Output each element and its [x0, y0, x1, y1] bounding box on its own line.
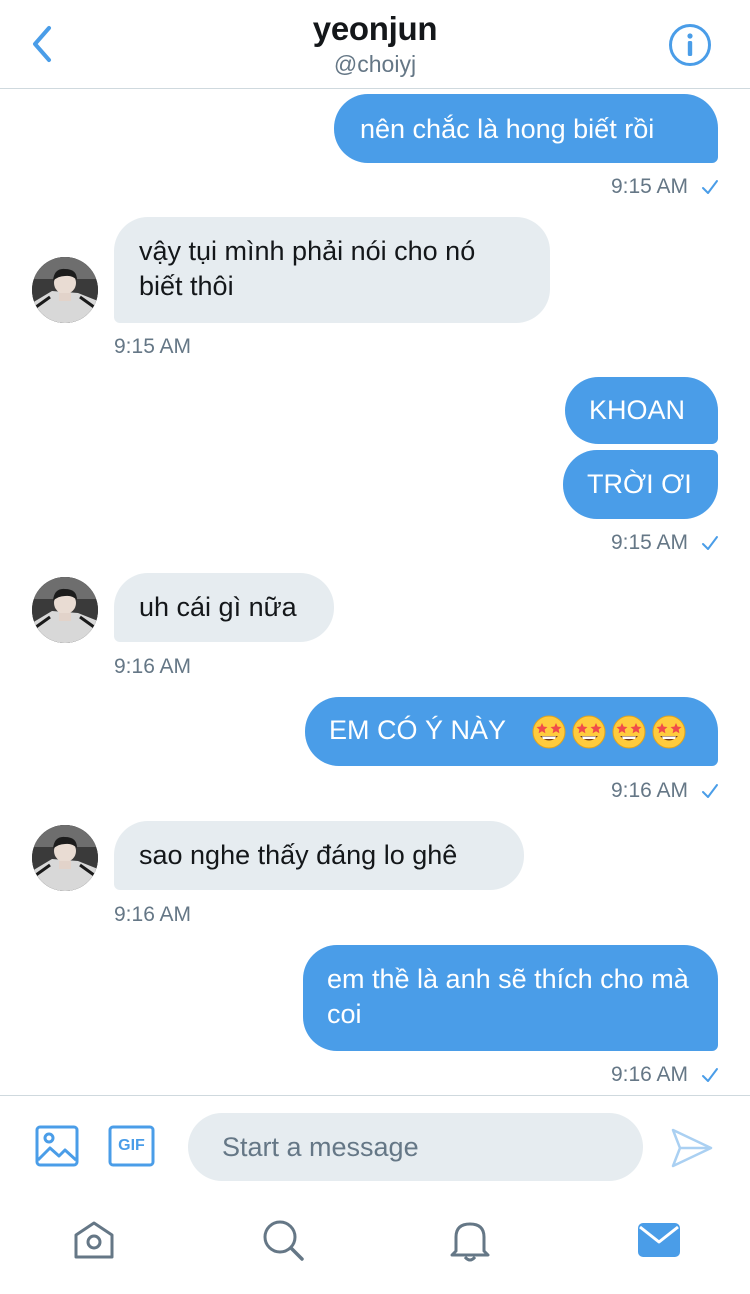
tab-home[interactable] — [71, 1217, 117, 1263]
tab-notifications[interactable] — [447, 1217, 493, 1263]
message-composer: GIF — [0, 1095, 750, 1199]
conversation-handle: @choiyj — [333, 51, 417, 77]
message-text: nên chắc là hong biết rồi — [360, 114, 655, 144]
add-gif-button[interactable]: GIF — [108, 1124, 155, 1168]
profile-photo-icon — [32, 257, 98, 323]
tab-search[interactable] — [259, 1217, 305, 1263]
avatar[interactable] — [32, 257, 98, 323]
bell-icon — [450, 1222, 490, 1262]
star-struck-emoji-icon — [532, 715, 566, 749]
add-photo-button[interactable] — [35, 1124, 79, 1168]
star-struck-emoji-group — [527, 713, 687, 750]
message-text: em thề là anh sẽ thích cho mà coi — [327, 964, 689, 1029]
message-text: KHOAN — [589, 395, 686, 425]
gif-label: GIF — [118, 1137, 145, 1154]
conversation-title: yeonjun — [312, 10, 438, 47]
profile-photo-icon — [32, 577, 98, 643]
send-icon — [671, 1128, 713, 1168]
incoming-message[interactable]: sao nghe thấy đáng lo ghê — [114, 821, 524, 890]
search-icon — [263, 1220, 304, 1261]
message-input[interactable] — [188, 1113, 643, 1181]
star-struck-emoji-icon — [572, 715, 606, 749]
outgoing-message[interactable]: EM CÓ Ý NÀY — [305, 697, 718, 766]
mail-icon — [638, 1223, 680, 1257]
sent-check-icon — [702, 536, 718, 550]
message-timestamp: 9:15 AM — [114, 335, 192, 358]
message-list[interactable]: nên chắc là hong biết rồi 9:15 AM vậy tụ… — [0, 90, 750, 1095]
conversation-header: yeonjun @choiyj — [0, 0, 750, 89]
message-timestamp: 9:16 AM — [610, 1063, 688, 1086]
bottom-tab-bar — [0, 1199, 750, 1294]
outgoing-message[interactable]: nên chắc là hong biết rồi — [334, 94, 718, 163]
message-timestamp: 9:16 AM — [610, 779, 688, 802]
outgoing-message[interactable]: em thề là anh sẽ thích cho mà coi — [303, 945, 718, 1051]
outgoing-message[interactable]: KHOAN — [565, 377, 718, 444]
sent-check-icon — [702, 180, 718, 194]
star-struck-emoji-icon — [612, 715, 646, 749]
incoming-message[interactable]: uh cái gì nữa — [114, 573, 334, 642]
outgoing-message[interactable]: TRỜI ƠI — [563, 450, 718, 519]
sent-check-icon — [702, 1068, 718, 1082]
message-text: sao nghe thấy đáng lo ghê — [139, 840, 458, 870]
message-text: uh cái gì nữa — [139, 592, 297, 622]
home-icon — [74, 1221, 114, 1259]
sent-check-icon — [702, 784, 718, 798]
info-button[interactable] — [668, 23, 712, 67]
info-icon — [669, 24, 711, 66]
message-timestamp: 9:15 AM — [610, 531, 688, 554]
avatar[interactable] — [32, 577, 98, 643]
message-timestamp: 9:16 AM — [114, 655, 192, 678]
message-text: vậy tụi mình phải nói cho nó biết thôi — [139, 236, 476, 301]
message-timestamp: 9:15 AM — [610, 175, 688, 198]
incoming-message[interactable]: vậy tụi mình phải nói cho nó biết thôi — [114, 217, 550, 323]
message-text: TRỜI ƠI — [587, 469, 692, 499]
message-timestamp: 9:16 AM — [114, 903, 192, 926]
tab-messages[interactable] — [636, 1217, 682, 1263]
profile-photo-icon — [32, 825, 98, 891]
message-text: EM CÓ Ý NÀY — [329, 715, 506, 745]
star-struck-emoji-icon — [652, 715, 686, 749]
image-icon — [35, 1125, 79, 1167]
send-button[interactable] — [670, 1126, 714, 1170]
avatar[interactable] — [32, 825, 98, 891]
